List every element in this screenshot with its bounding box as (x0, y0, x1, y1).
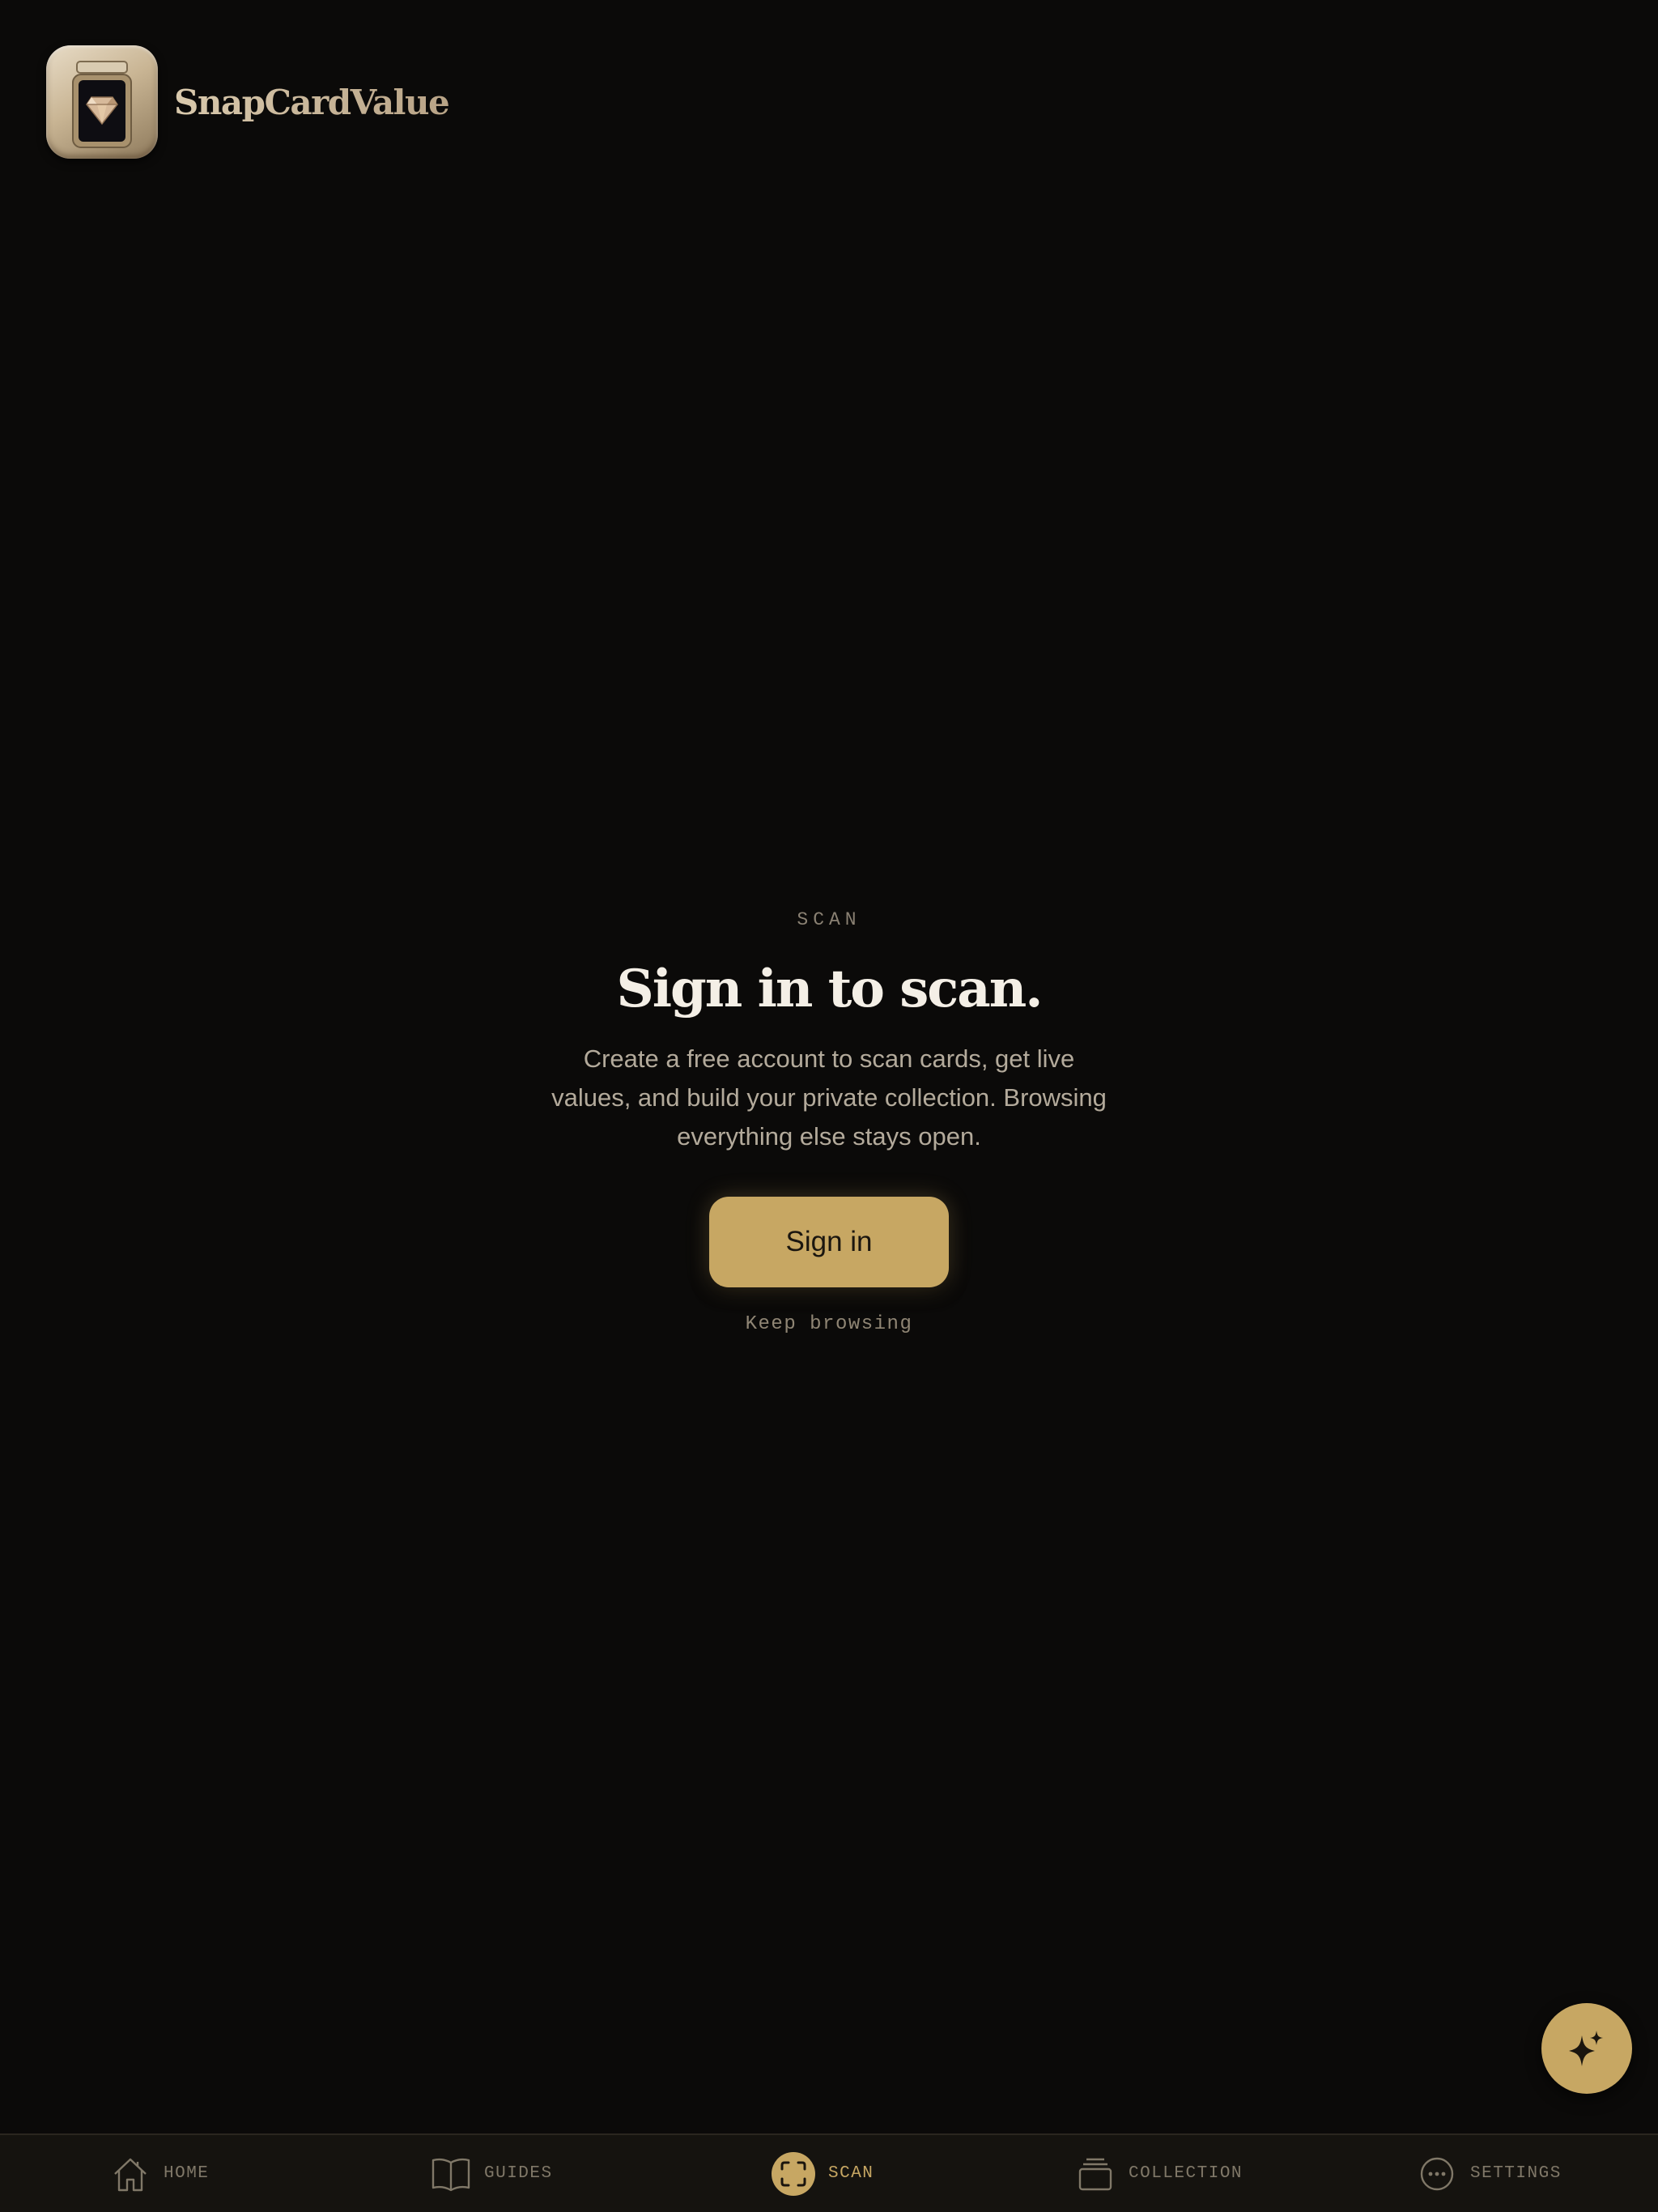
home-icon (110, 2154, 151, 2194)
nav-item-collection[interactable]: COLLECTION (1075, 2135, 1243, 2212)
page-title: Sign in to scan. (616, 959, 1043, 1019)
bottom-nav: HOME GUIDES SCAN COLLECTION SETTINGS (0, 2133, 1658, 2212)
nav-item-settings[interactable]: SETTINGS (1417, 2135, 1562, 2212)
sparkles-icon (1569, 2031, 1603, 2066)
section-eyebrow: SCAN (797, 909, 861, 930)
nav-item-scan[interactable]: SCAN (772, 2135, 874, 2212)
more-icon (1417, 2154, 1457, 2194)
app-logo-icon (46, 45, 158, 159)
nav-label-home: HOME (164, 2164, 210, 2183)
page-subtitle: Create a free account to scan cards, get… (551, 1044, 1107, 1151)
brand-name: SnapCardValue (174, 82, 450, 122)
assistant-fab-button[interactable] (1541, 2003, 1632, 2094)
app-header: SnapCardValue (46, 45, 450, 159)
nav-label-settings: SETTINGS (1470, 2164, 1562, 2183)
sign-in-prompt: SCAN Sign in to scan. Create a free acco… (0, 905, 1658, 1335)
nav-item-guides[interactable]: GUIDES (431, 2135, 553, 2212)
collection-icon (1075, 2154, 1116, 2194)
nav-label-guides: GUIDES (484, 2164, 553, 2183)
sign-in-button[interactable]: Sign in (709, 1197, 949, 1287)
nav-item-home[interactable]: HOME (110, 2135, 209, 2212)
keep-browsing-link[interactable]: Keep browsing (746, 1313, 913, 1335)
scan-icon (772, 2151, 815, 2196)
nav-label-scan: SCAN (828, 2164, 874, 2183)
book-icon (431, 2154, 471, 2194)
nav-label-collection: COLLECTION (1129, 2164, 1244, 2183)
